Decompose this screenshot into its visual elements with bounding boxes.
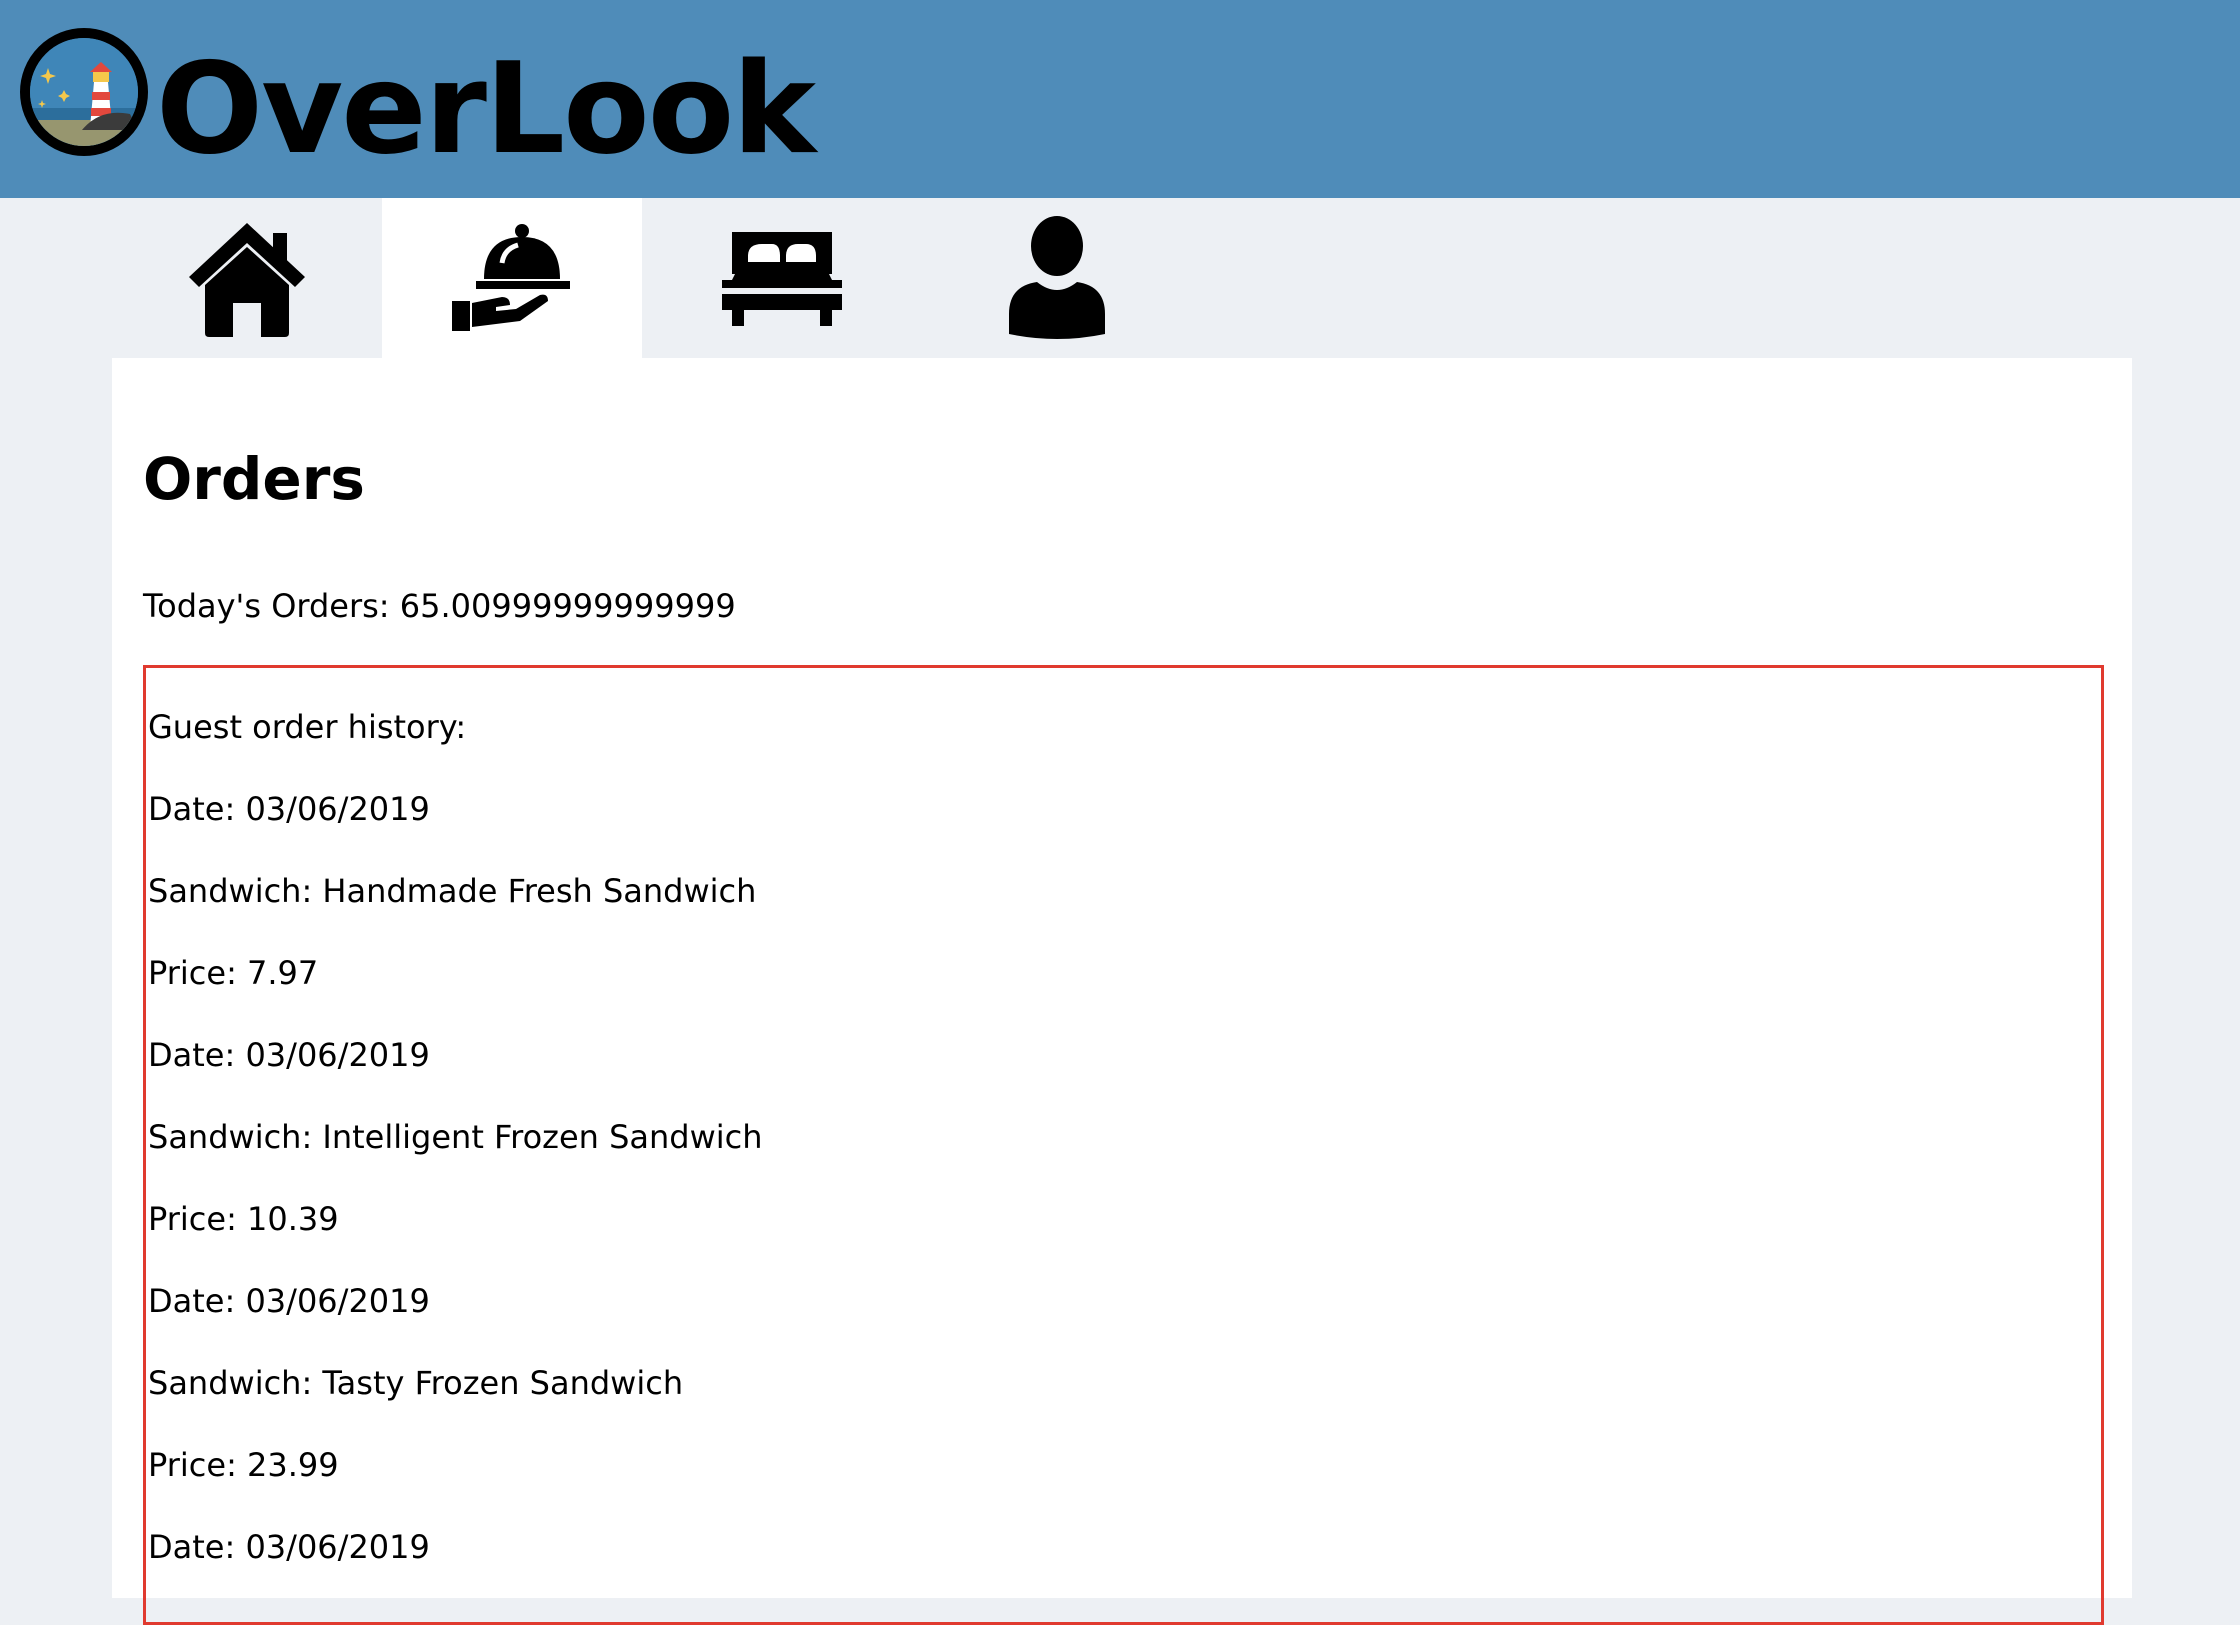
order-item: Sandwich: Intelligent Frozen Sandwich (148, 1118, 763, 1156)
tab-guests[interactable] (922, 198, 1192, 358)
todays-orders-total: Today's Orders: 65.00999999999999 (143, 587, 736, 625)
order-price: Price: 23.99 (148, 1446, 339, 1484)
room-service-icon (452, 224, 570, 331)
lighthouse-logo-icon (20, 28, 148, 156)
bed-icon (722, 232, 842, 326)
order-item: Sandwich: Tasty Frozen Sandwich (148, 1364, 684, 1402)
home-icon (189, 223, 305, 337)
order-date: Date: 03/06/2019 (148, 1528, 430, 1566)
order-date: Date: 03/06/2019 (148, 790, 430, 828)
order-price: Price: 7.97 (148, 954, 319, 992)
tab-orders[interactable] (382, 198, 642, 358)
page-title: Orders (143, 445, 365, 513)
order-price: Price: 10.39 (148, 1200, 339, 1238)
orders-panel: Orders Today's Orders: 65.00999999999999… (112, 358, 2132, 1625)
tab-rooms[interactable] (642, 198, 922, 358)
order-date: Date: 03/06/2019 (148, 1282, 430, 1320)
user-icon (1009, 216, 1105, 339)
guest-order-history: Guest order history: Date: 03/06/2019 Sa… (143, 665, 2104, 1625)
history-heading: Guest order history: (148, 708, 467, 746)
app-header: OverLook (0, 0, 2240, 198)
order-item: Sandwich: Handmade Fresh Sandwich (148, 872, 757, 910)
order-date: Date: 03/06/2019 (148, 1036, 430, 1074)
main-nav (112, 198, 1192, 358)
tab-home[interactable] (112, 198, 382, 358)
brand-name: OverLook (156, 35, 816, 182)
